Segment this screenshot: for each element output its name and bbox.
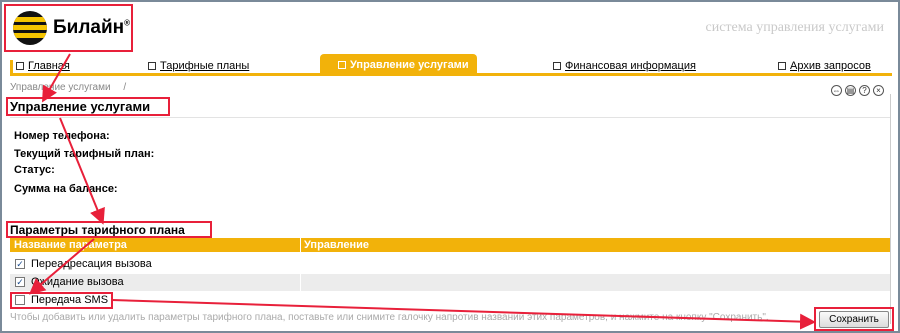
app-window: Билайн® система управления услугами Глав…	[0, 0, 900, 333]
arrow-logo-to-title	[41, 53, 71, 103]
arrow-sms-to-save	[111, 299, 816, 330]
annotation-arrows	[28, 53, 816, 330]
arrow-title-to-params	[59, 117, 105, 225]
arrow-params-to-sms	[28, 238, 95, 295]
